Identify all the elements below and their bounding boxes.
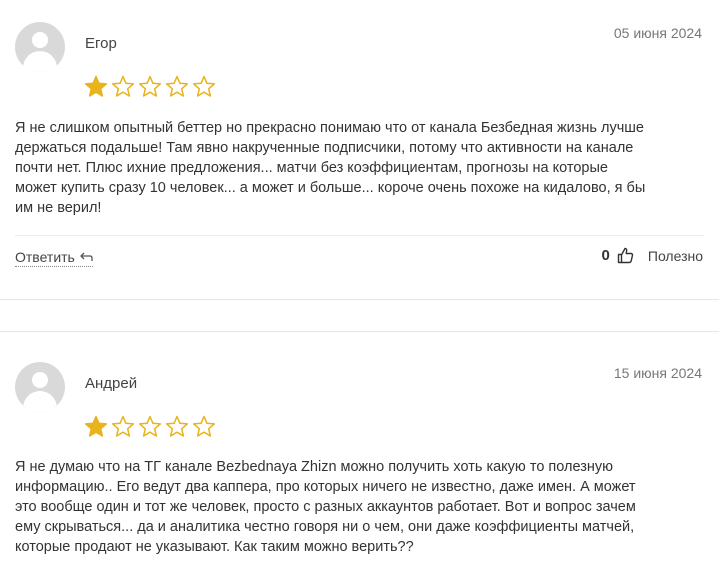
star-icon [111, 415, 135, 438]
star-icon [165, 415, 189, 438]
divider [15, 235, 704, 236]
star-icon [84, 415, 108, 438]
helpful-label[interactable]: Полезно [648, 248, 703, 264]
review-text-line: им не верил! [15, 200, 102, 216]
reply-button[interactable]: Ответить [15, 249, 93, 267]
star-icon [84, 75, 108, 98]
star-icon [192, 75, 216, 98]
star-icon [138, 415, 162, 438]
reply-label: Ответить [15, 249, 75, 265]
review-text-line: информацию.. Его ведут два каппера, про … [15, 479, 636, 495]
review-text-line: держаться подальше! Там явно накрученные… [15, 140, 634, 156]
review-date: 15 июня 2024 [613, 365, 702, 381]
star-icon [192, 415, 216, 438]
helpful-block: 0 Полезно [602, 247, 703, 264]
avatar [15, 362, 65, 412]
review-author: Егор [85, 35, 117, 52]
star-rating [84, 75, 216, 98]
review-text-line: может купить сразу 10 человек... а может… [15, 180, 646, 196]
star-rating [84, 415, 216, 438]
star-icon [165, 75, 189, 98]
review-text-line: это вообще один и тот же человек, просто… [15, 499, 636, 515]
review-text-line: Я не слишком опытный беттер но прекрасно… [15, 120, 644, 136]
likes-count: 0 [601, 247, 610, 264]
review-card: Егор 05 июня 2024 Я не слишком опытный б… [0, 0, 719, 300]
review-text-line: ему скрываться... да и аналитика честно … [15, 519, 635, 535]
avatar [15, 22, 65, 72]
star-icon [111, 75, 135, 98]
review-text-line: почти нет. Плюс ихние предложения... мат… [15, 160, 608, 176]
review-card: Андрей 15 июня 2024 Я не думаю что на ТГ… [0, 340, 719, 573]
review-separator [0, 299, 719, 300]
review-text-line: Я не думаю что на ТГ канале Bezbednaya Z… [15, 459, 613, 475]
review-separator [0, 331, 719, 332]
reply-arrow-icon [79, 252, 93, 262]
thumbs-up-icon[interactable] [617, 247, 634, 264]
star-icon [138, 75, 162, 98]
review-text: Я не думаю что на ТГ канале Bezbednaya Z… [15, 457, 705, 557]
review-date: 05 июня 2024 [613, 25, 702, 41]
review-author: Андрей [85, 375, 138, 392]
review-text: Я не слишком опытный беттер но прекрасно… [15, 118, 705, 218]
review-text-line: которые продают не указывают. Как таким … [15, 539, 414, 555]
